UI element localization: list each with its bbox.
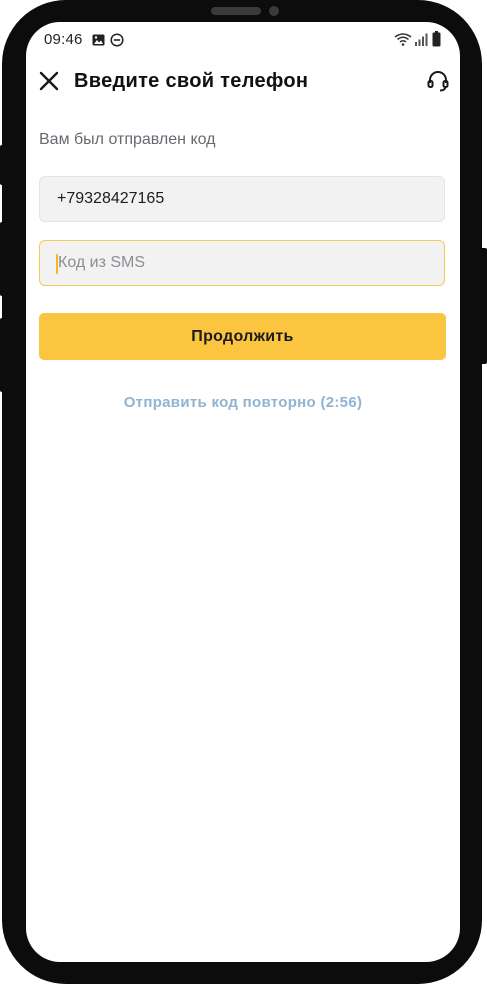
speaker-grille [211,7,261,15]
do-not-disturb-icon [110,33,124,47]
close-icon[interactable] [38,70,60,92]
headset-icon[interactable] [426,69,450,93]
image-icon [92,34,105,46]
sms-code-input[interactable] [40,241,444,285]
phone-device: 09:46 Введите свой телефон Вам был отпра… [0,0,487,984]
signal-icon [415,33,428,46]
wifi-icon [394,33,412,46]
continue-button[interactable]: Продолжить [39,313,446,360]
battery-icon [432,31,441,47]
app-header: Введите свой телефон [26,58,460,108]
status-bar: 09:46 [26,22,460,58]
phone-value: +79328427165 [57,190,165,207]
page-title: Введите свой телефон [74,70,309,92]
sms-code-field[interactable] [39,240,445,286]
code-sent-subtitle: Вам был отправлен код [39,131,216,148]
front-camera [269,6,279,16]
resend-code-link[interactable]: Отправить код повторно (2:56) [26,394,460,411]
screen: 09:46 Введите свой телефон Вам был отпра… [26,22,460,962]
phone-field[interactable]: +79328427165 [39,176,445,222]
text-caret [56,254,58,274]
status-time: 09:46 [44,31,83,48]
